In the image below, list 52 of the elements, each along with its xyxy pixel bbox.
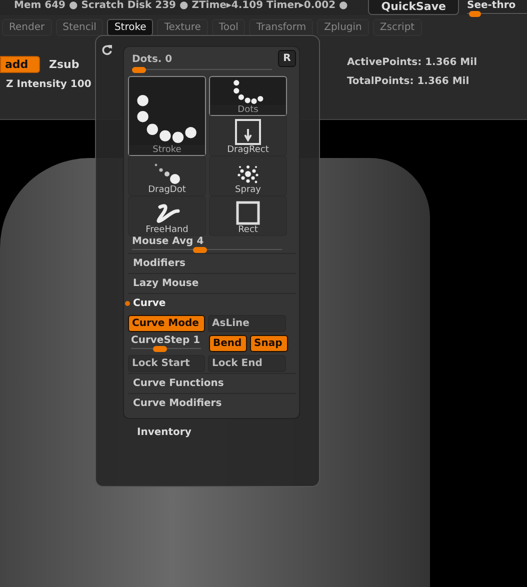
stroke-option[interactable]: DragRect [209,116,287,156]
see-through-label: See-thro [467,0,517,11]
slider-thumb[interactable] [132,67,146,73]
arrow-in-square-icon [235,119,261,145]
scribble-icon [154,203,180,225]
stroke-option[interactable]: FreeHand [128,196,206,236]
stroke-option[interactable]: Spray [209,156,287,196]
reset-button[interactable]: R [278,50,296,67]
quicksave-button[interactable]: QuickSave [368,0,459,15]
toggle-button[interactable]: Bend [209,334,247,352]
square-icon [236,201,260,225]
toggle-button[interactable]: Lock End [208,354,286,372]
z-intensity-label: Z Intensity 100 [6,79,92,90]
status-text: Mem 649 ● Scratch Disk 239 ● ZTime▸4.109 Timer▸0.002 ● [14,0,349,11]
spray-dots-icon [236,163,260,185]
menu-tab[interactable]: Tool [212,18,246,36]
menu-tab[interactable]: Stroke [107,18,154,36]
menu-tab[interactable]: Zscript [372,18,422,36]
menu-tab[interactable]: Stencil [56,18,104,36]
growing-dots-icon [153,163,181,185]
menu-tab[interactable]: Render [2,18,52,36]
stroke-preview[interactable]: Stroke [128,76,206,156]
toggle-button[interactable]: Lock Start [128,354,205,372]
section-header[interactable]: Modifiers [128,253,296,273]
section-header[interactable]: Lazy Mouse [128,273,296,293]
section-header[interactable]: Curve [128,293,296,313]
inventory-label: Inventory [137,427,192,438]
mouse-avg-label: Mouse Avg 4 [132,236,205,247]
curve-step-slider[interactable] [131,346,201,352]
section-header[interactable]: Curve Modifiers [128,393,296,413]
slider-thumb[interactable] [153,346,168,352]
refresh-icon[interactable] [101,44,113,56]
menu-tab[interactable]: Zplugin [317,18,369,36]
stroke-option[interactable]: Dots [209,76,287,116]
menu-tab[interactable]: Texture [157,18,208,36]
menu-tab[interactable]: Transform [249,18,314,36]
stat-text: ActivePoints: 1.366 Mil [346,57,477,68]
curve-step-label: CurveStep 1 [131,334,202,346]
stroke-option[interactable]: DragDot [128,156,206,196]
mode-button[interactable]: add [0,56,40,73]
stroke-title: Dots. 0 [132,54,174,65]
toggle-button[interactable]: Curve Mode [128,314,205,332]
stroke-slider[interactable] [132,67,272,73]
mouse-avg-slider[interactable] [132,247,282,253]
bullet-icon [125,301,130,306]
stat-text: TotalPoints: 1.366 Mil [346,76,470,87]
slider-thumb[interactable] [469,11,482,17]
slider-thumb[interactable] [193,247,208,253]
toggle-button[interactable]: Snap [250,334,288,352]
toggle-button[interactable]: AsLine [208,314,286,332]
stroke-option[interactable]: Rect [209,196,287,236]
section-header[interactable]: Curve Functions [128,373,296,393]
